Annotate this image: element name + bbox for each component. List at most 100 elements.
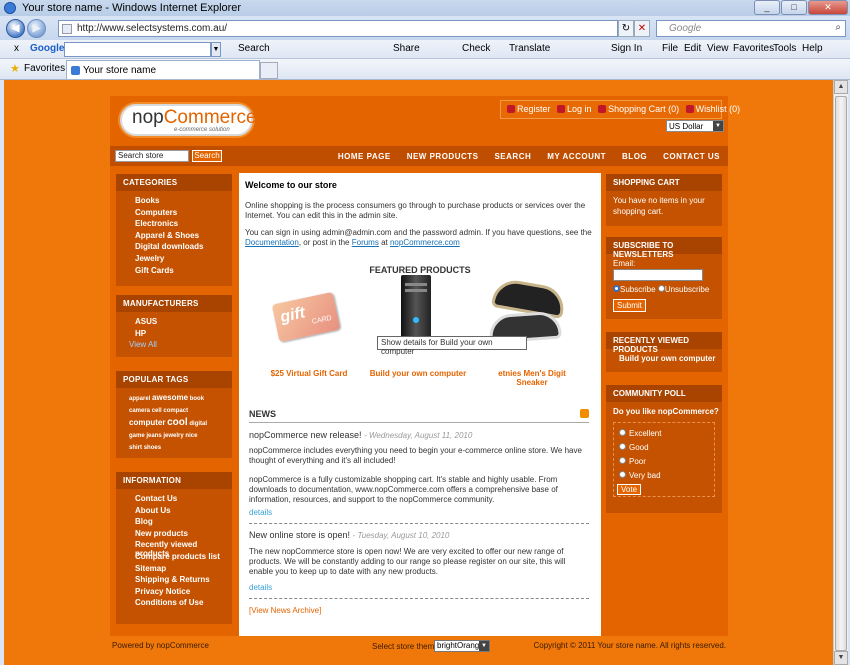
tag-link[interactable]: computer — [129, 418, 165, 427]
tag-link[interactable]: awesome — [152, 393, 188, 402]
tag-link[interactable]: shoes — [144, 445, 161, 451]
computer-image[interactable] — [395, 275, 443, 343]
product-name-link[interactable]: etnies Men's Digit Sneaker — [497, 369, 567, 387]
register-link[interactable]: Register — [517, 104, 551, 114]
manufacturer-link[interactable]: HP — [135, 329, 232, 341]
currency-select[interactable]: US Dollar ▼ — [666, 120, 724, 132]
newsletter-email-input[interactable] — [613, 269, 703, 281]
poll-option[interactable]: Excellent — [619, 429, 661, 438]
tag-link[interactable]: cool — [167, 417, 188, 428]
view-all-link[interactable]: View All — [129, 340, 157, 349]
powered-by-link[interactable]: nopCommerce — [156, 641, 208, 650]
new-tab-button[interactable] — [260, 62, 278, 79]
category-link[interactable]: Gift Cards — [135, 266, 232, 278]
menu-home[interactable]: HOME PAGE — [338, 152, 391, 161]
toolbar-translate-button[interactable]: Translate — [509, 43, 550, 54]
menu-contact-us[interactable]: CONTACT US — [663, 152, 720, 161]
news-item-title[interactable]: nopCommerce new release! - Wednesday, Au… — [249, 430, 472, 440]
toolbar-check-button[interactable]: Check — [462, 43, 490, 54]
news-details-link[interactable]: details — [249, 508, 272, 517]
menu-search[interactable]: SEARCH — [494, 152, 531, 161]
scroll-down-icon[interactable]: ▼ — [834, 651, 848, 665]
category-link[interactable]: Computers — [135, 208, 232, 220]
store-search-button[interactable]: Search — [192, 150, 222, 162]
tag-link[interactable]: shirt — [129, 445, 142, 451]
tag-link[interactable]: jeans — [146, 433, 161, 439]
info-link[interactable]: Blog — [135, 517, 232, 529]
info-link[interactable]: Shipping & Returns — [135, 575, 232, 587]
newsletter-submit-button[interactable]: Submit — [613, 299, 646, 312]
close-window-button[interactable]: ✕ — [808, 0, 848, 15]
refresh-button[interactable]: ↻ — [618, 20, 634, 37]
favorites-button[interactable]: Favorites — [24, 63, 65, 74]
product-name-link[interactable]: Build your own computer — [358, 369, 478, 378]
nopcommerce-link[interactable]: nopCommerce.com — [390, 238, 460, 247]
unsubscribe-radio[interactable] — [657, 285, 665, 292]
vertical-scrollbar[interactable]: ▲ ▼ — [833, 80, 848, 665]
tag-link[interactable]: jewelry — [163, 433, 183, 439]
google-search-input[interactable] — [64, 42, 211, 57]
address-bar[interactable]: http://www.selectsystems.com.au/ — [58, 20, 618, 37]
product-name-link[interactable]: $25 Virtual Gift Card — [249, 369, 369, 378]
info-link[interactable]: Sitemap — [135, 564, 232, 576]
tag-link[interactable]: cell — [152, 408, 162, 414]
menu-favorites[interactable]: Favorites — [733, 43, 774, 54]
scroll-up-icon[interactable]: ▲ — [834, 80, 848, 94]
menu-edit[interactable]: Edit — [684, 43, 701, 54]
news-details-link[interactable]: details — [249, 583, 272, 592]
menu-help[interactable]: Help — [802, 43, 823, 54]
cart-link[interactable]: Shopping Cart (0) — [608, 104, 679, 114]
category-link[interactable]: Apparel & Shoes — [135, 231, 232, 243]
tag-link[interactable]: camera — [129, 408, 150, 414]
stop-button[interactable]: ✕ — [634, 20, 650, 37]
google-dropdown-button[interactable]: ▼ — [211, 42, 221, 57]
wishlist-link[interactable]: Wishlist (0) — [696, 104, 741, 114]
category-link[interactable]: Jewelry — [135, 254, 232, 266]
info-link[interactable]: About Us — [135, 506, 232, 518]
vote-button[interactable]: Vote — [617, 484, 642, 495]
info-link[interactable]: Compare products list — [135, 552, 232, 564]
theme-select[interactable]: brightOrange ▼ — [434, 640, 490, 652]
news-headline[interactable]: New online store is open! — [249, 530, 350, 540]
browser-search-input[interactable]: Google ⌕ — [656, 20, 846, 37]
tag-link[interactable]: compact — [163, 408, 188, 414]
info-link[interactable]: Recently viewed products — [135, 540, 232, 558]
search-icon[interactable]: ⌕ — [835, 22, 841, 33]
tag-link[interactable]: apparel — [129, 396, 150, 402]
info-link[interactable]: New products — [135, 529, 232, 541]
menu-tools[interactable]: Tools — [773, 43, 796, 54]
menu-new-products[interactable]: NEW PRODUCTS — [407, 152, 479, 161]
poll-option[interactable]: Very bad — [619, 471, 661, 480]
menu-my-account[interactable]: MY ACCOUNT — [547, 152, 606, 161]
category-link[interactable]: Books — [135, 196, 232, 208]
news-item-title[interactable]: New online store is open! - Tuesday, Aug… — [249, 530, 449, 540]
toolbar-signin-button[interactable]: Sign In — [611, 43, 642, 54]
tag-link[interactable]: digital — [189, 421, 207, 427]
forward-button[interactable]: ▶ — [27, 19, 46, 38]
info-link[interactable]: Conditions of Use — [135, 598, 232, 610]
tag-link[interactable]: book — [190, 396, 204, 402]
menu-view[interactable]: View — [707, 43, 729, 54]
manufacturer-link[interactable]: ASUS — [135, 317, 232, 329]
category-link[interactable]: Electronics — [135, 219, 232, 231]
info-link[interactable]: Contact Us — [135, 494, 232, 506]
close-toolbar-button[interactable]: x — [14, 43, 19, 54]
toolbar-share-button[interactable]: Share — [393, 43, 420, 54]
documentation-link[interactable]: Documentation — [245, 238, 299, 247]
tag-link[interactable]: game — [129, 433, 145, 439]
store-logo[interactable]: nopCommerce e-commerce solution — [120, 104, 257, 136]
poll-option[interactable]: Poor — [619, 457, 646, 466]
news-headline[interactable]: nopCommerce new release! — [249, 430, 362, 440]
poll-option[interactable]: Good — [619, 443, 649, 452]
login-link[interactable]: Log in — [567, 104, 592, 114]
browser-tab[interactable]: Your store name — [66, 60, 260, 79]
info-link[interactable]: Privacy Notice — [135, 587, 232, 599]
store-search-input[interactable]: Search store — [115, 150, 189, 162]
news-archive-link[interactable]: [View News Archive] — [249, 606, 321, 615]
toolbar-search-button[interactable]: Search — [238, 43, 270, 54]
subscribe-radio[interactable] — [613, 285, 620, 292]
rss-icon[interactable] — [580, 409, 589, 418]
category-link[interactable]: Digital downloads — [135, 242, 232, 254]
maximize-button[interactable]: □ — [781, 0, 807, 15]
scroll-thumb[interactable] — [835, 96, 847, 651]
